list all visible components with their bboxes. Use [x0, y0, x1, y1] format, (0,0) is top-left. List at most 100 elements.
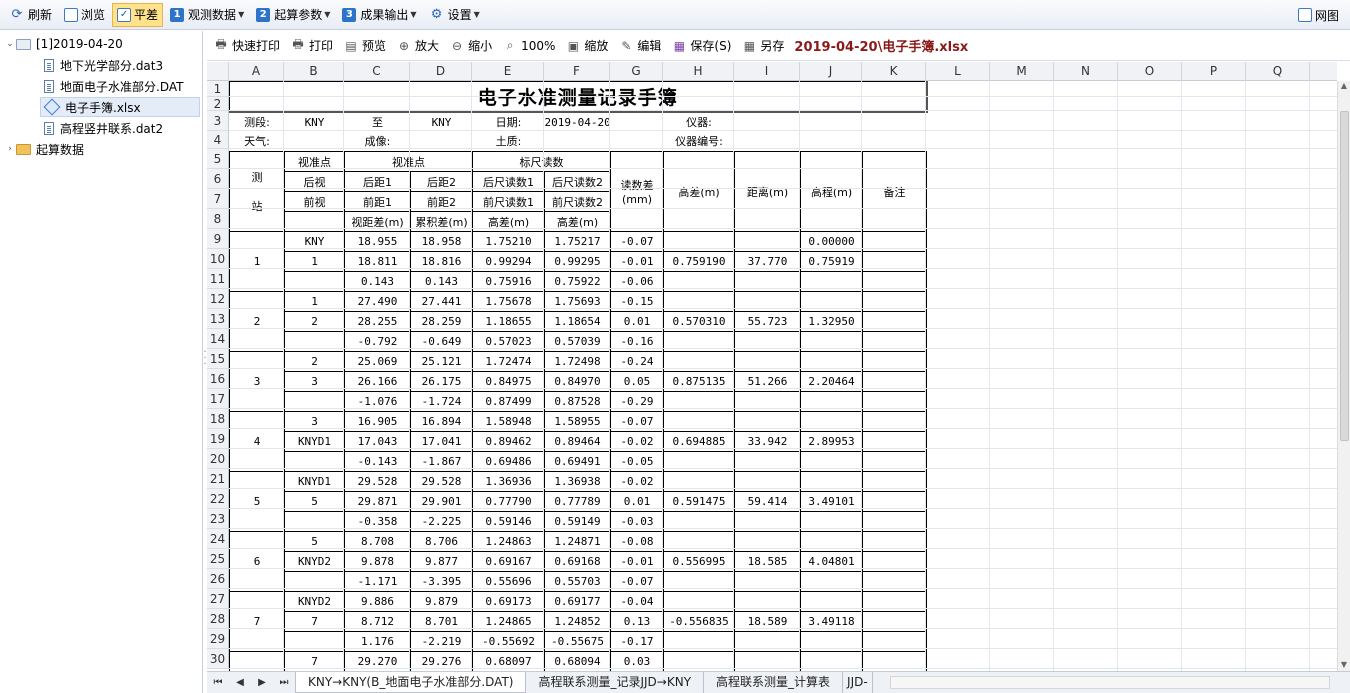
column-header[interactable]: A [229, 62, 284, 81]
column-header[interactable]: F [544, 62, 610, 81]
column-header[interactable]: N [1054, 62, 1118, 81]
row-header[interactable]: 22 [207, 489, 229, 509]
row-header[interactable]: 28 [207, 609, 229, 629]
row-header[interactable]: 12 [207, 289, 229, 309]
adjust-toggle[interactable]: ✓ 平差 [112, 2, 164, 27]
column-header[interactable]: J [800, 62, 862, 81]
tab-sheet-1[interactable]: KNY→KNY(B_地面电子水准部分.DAT) [295, 672, 527, 693]
row-header[interactable]: 7 [207, 189, 229, 209]
row-header[interactable]: 18 [207, 409, 229, 429]
row-header[interactable]: 8 [207, 209, 229, 229]
station-number[interactable]: 7 [229, 591, 285, 652]
table-cell[interactable]: 读数差 (mm) [610, 151, 664, 232]
table-cell[interactable]: 2019-04-20 [545, 112, 611, 132]
table-cell[interactable]: KNY [411, 112, 473, 132]
station-number[interactable]: 1 [229, 231, 285, 292]
row-header[interactable]: 21 [207, 469, 229, 489]
vertical-scrollbar[interactable]: ▲ ▼ [1337, 81, 1350, 671]
row-header[interactable]: 23 [207, 509, 229, 529]
output-menu[interactable]: 3 成果输出 ▼ [337, 3, 421, 27]
tree-item-ground[interactable]: 地面电子水准部分.DAT [44, 76, 183, 96]
table-cell[interactable] [863, 112, 927, 132]
column-header[interactable]: L [926, 62, 990, 81]
tree-item-shaft[interactable]: 高程竖井联系.dat2 [44, 118, 163, 138]
table-cell[interactable]: 高差(m) [663, 151, 735, 232]
column-header[interactable]: M [990, 62, 1054, 81]
spreadsheet-grid[interactable]: 电子水准测量记录手簿 测段: KNY 至 KNY 日期: 2019-04-20 仪器: 天气: 成… [229, 81, 1337, 671]
row-header[interactable]: 17 [207, 389, 229, 409]
station-number[interactable]: 4 [229, 411, 285, 472]
column-header[interactable]: K [862, 62, 926, 81]
station-number[interactable]: 6 [229, 531, 285, 592]
zoom-100-button[interactable]: ⌕ 100% [502, 38, 556, 53]
row-header[interactable]: 5 [207, 149, 229, 169]
first-sheet-icon[interactable]: ⏮ [207, 677, 229, 688]
table-cell[interactable] [611, 112, 664, 132]
row-header[interactable]: 4 [207, 131, 229, 149]
tab-sheet-3[interactable]: 高程联系测量_计算表 [704, 672, 844, 693]
table-cell[interactable]: 高程(m) [800, 151, 863, 232]
column-header[interactable]: G [610, 62, 663, 81]
horizontal-scrollbar[interactable] [890, 676, 1330, 689]
row-header[interactable]: 24 [207, 529, 229, 549]
table-cell[interactable]: 至 [345, 112, 411, 132]
row-header[interactable]: 3 [207, 111, 229, 131]
column-header[interactable]: E [472, 62, 544, 81]
preview-button[interactable]: ▤ 预览 [343, 37, 386, 54]
column-header[interactable]: P [1182, 62, 1246, 81]
row-header[interactable]: 11 [207, 269, 229, 289]
tree-root[interactable]: ⌄ [1]2019-04-20 [4, 34, 123, 54]
column-header[interactable]: Q [1246, 62, 1310, 81]
quick-print-button[interactable]: 🖶 快速打印 [213, 37, 280, 54]
chevron-right-icon[interactable]: › [4, 144, 16, 154]
column-header[interactable]: C [344, 62, 410, 81]
tree-item-underground[interactable]: 地下光学部分.dat3 [44, 55, 163, 75]
tab-sheet-2[interactable]: 高程联系测量_记录JJD→KNY [526, 672, 705, 693]
grid-toggle[interactable]: 网图 [1293, 3, 1344, 27]
tree-item-handbook[interactable]: 电子手簿.xlsx [40, 97, 200, 117]
row-header[interactable]: 20 [207, 449, 229, 469]
next-sheet-icon[interactable]: ▶ [251, 677, 273, 688]
select-all-corner[interactable] [207, 62, 229, 81]
station-number[interactable]: 5 [229, 471, 285, 532]
edit-button[interactable]: ✎ 编辑 [618, 37, 661, 54]
column-header[interactable]: O [1118, 62, 1182, 81]
observe-menu[interactable]: 1 观测数据 ▼ [165, 3, 249, 27]
station-number[interactable]: 2 [229, 291, 285, 352]
table-cell[interactable]: 距离(m) [734, 151, 801, 232]
table-cell[interactable]: KNY [285, 112, 345, 132]
zoom-out-button[interactable]: ⊖ 缩小 [449, 37, 492, 54]
print-button[interactable]: 🖶 打印 [290, 37, 333, 54]
table-cell[interactable]: 备注 [861, 151, 928, 232]
refresh-button[interactable]: ⟳ 刷新 [4, 3, 57, 27]
column-header[interactable]: H [663, 62, 734, 81]
prev-sheet-icon[interactable]: ◀ [229, 677, 251, 688]
scale-button[interactable]: ▣ 缩放 [565, 37, 609, 54]
row-header[interactable]: 26 [207, 569, 229, 589]
tab-sheet-4[interactable]: JJD- [843, 672, 873, 693]
table-cell[interactable] [735, 112, 801, 132]
row-header[interactable]: 29 [207, 629, 229, 649]
column-header[interactable]: D [410, 62, 472, 81]
row-header[interactable]: 10 [207, 249, 229, 269]
calc-menu[interactable]: 2 起算参数 ▼ [251, 3, 335, 27]
row-header[interactable]: 16 [207, 369, 229, 389]
row-header[interactable]: 2 [207, 97, 229, 111]
station-header[interactable]: 测站 [229, 151, 285, 232]
row-header[interactable]: 6 [207, 169, 229, 189]
row-header[interactable]: 25 [207, 549, 229, 569]
column-header[interactable]: I [734, 62, 800, 81]
last-sheet-icon[interactable]: ⏭ [273, 677, 295, 688]
row-header[interactable]: 15 [207, 349, 229, 369]
row-header[interactable]: 30 [207, 649, 229, 669]
column-header[interactable]: B [284, 62, 344, 81]
table-cell[interactable]: 仪器: [664, 112, 735, 132]
settings-menu[interactable]: ⚙ 设置 ▼ [424, 3, 485, 27]
station-number[interactable]: 3 [229, 351, 285, 412]
table-cell[interactable]: 测段: [230, 112, 285, 132]
scrollbar-thumb[interactable] [1340, 111, 1349, 441]
table-cell[interactable] [801, 112, 863, 132]
row-header[interactable]: 14 [207, 329, 229, 349]
chevron-down-icon[interactable]: ⌄ [4, 39, 16, 49]
scroll-up-icon[interactable]: ▲ [1338, 81, 1350, 90]
